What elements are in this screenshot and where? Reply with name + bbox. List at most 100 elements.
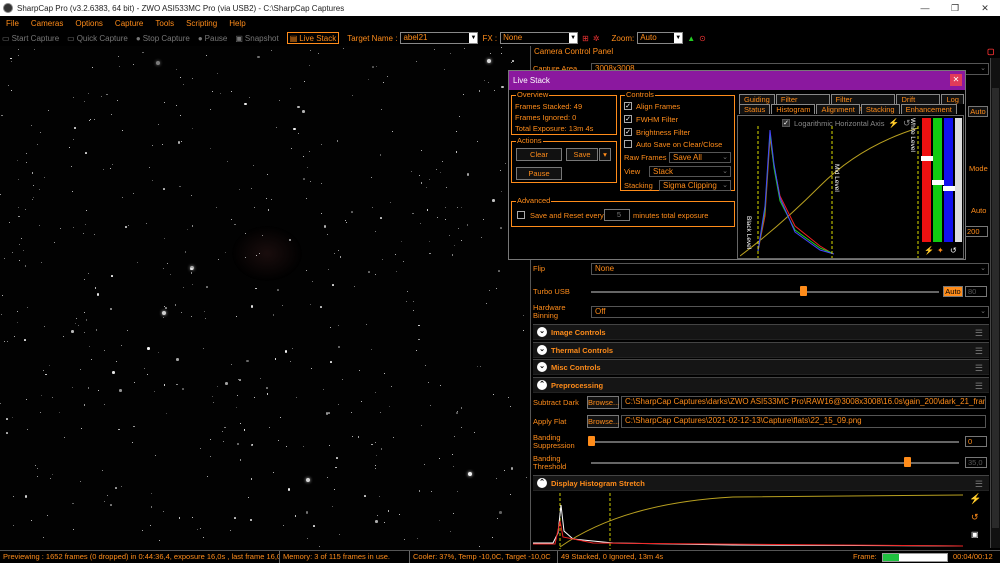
chevron-down-icon[interactable]: ▼ xyxy=(469,33,478,43)
menu-icon[interactable]: ☰ xyxy=(975,381,983,392)
tab-alignment[interactable]: Alignment xyxy=(816,104,860,114)
preprocessing-section[interactable]: ⌃ Preprocessing ☰ xyxy=(533,377,989,393)
brightness-filter-checkbox[interactable]: ✓ xyxy=(624,128,632,136)
blue-thumb[interactable] xyxy=(943,186,955,191)
settings-icon[interactable]: ⊙ xyxy=(699,34,706,43)
menu-scripting[interactable]: Scripting xyxy=(186,19,217,28)
menu-tools[interactable]: Tools xyxy=(155,19,174,28)
green-thumb[interactable] xyxy=(932,180,944,185)
menu-help[interactable]: Help xyxy=(229,19,245,28)
display-histogram-chart[interactable] xyxy=(533,493,967,549)
auto-button[interactable]: Auto xyxy=(968,106,988,117)
stacking-select[interactable]: Sigma Clipping ⌄ xyxy=(659,180,731,191)
tab-guiding[interactable]: Guiding xyxy=(739,94,775,104)
snapshot-button[interactable]: ▣ Snapshot xyxy=(235,34,278,43)
raw-frames-select[interactable]: Save All ⌄ xyxy=(669,152,731,163)
reset-icon[interactable]: ↺ xyxy=(903,118,911,129)
live-stack-close-icon[interactable]: ✕ xyxy=(950,74,962,86)
thermal-controls-section[interactable]: ⌄ Thermal Controls ☰ xyxy=(533,342,989,358)
target-name-input[interactable]: abel21 ▼ xyxy=(400,32,479,44)
turbo-usb-slider-thumb[interactable] xyxy=(800,286,808,296)
tab-histogram[interactable]: Histogram xyxy=(771,104,816,114)
blue-level-bar[interactable] xyxy=(944,118,953,242)
misc-controls-section[interactable]: ⌄ Misc Controls ☰ xyxy=(533,359,989,375)
histogram-icon[interactable]: ▲ xyxy=(687,34,695,43)
expand-icon[interactable]: ⌄ xyxy=(537,345,547,355)
collapse-icon[interactable]: ⌃ xyxy=(537,380,547,390)
chevron-down-icon[interactable]: ▼ xyxy=(569,33,578,43)
collapse-icon[interactable]: ⌃ xyxy=(537,478,547,488)
tab-filter-fwhm[interactable]: Filter (FWHM) xyxy=(775,94,830,113)
rgb-level-sliders[interactable] xyxy=(921,116,963,244)
subtract-dark-select[interactable]: C:\SharpCap Captures\darks\ZWO ASI533MC … xyxy=(621,396,986,409)
pause-stack-button[interactable]: Pause xyxy=(516,167,562,180)
panel-scrollbar[interactable] xyxy=(990,58,1000,548)
tab-status[interactable]: Status xyxy=(739,104,771,114)
hardware-binning-select[interactable]: Off ⌄ xyxy=(591,306,989,318)
align-frames-checkbox[interactable]: ✓ xyxy=(624,102,632,110)
menu-icon[interactable]: ☰ xyxy=(975,363,983,374)
zoom-select[interactable]: Auto ▼ xyxy=(637,32,684,44)
panel-close-icon[interactable]: ▢ xyxy=(987,47,997,57)
tab-drift-graph[interactable]: Drift Graph xyxy=(896,94,941,113)
menu-icon[interactable]: ☰ xyxy=(975,479,983,490)
turbo-usb-auto-button[interactable]: Auto xyxy=(943,286,963,297)
start-capture-button[interactable]: ▭ Start Capture xyxy=(2,34,59,43)
reset-icon[interactable]: ↺ xyxy=(971,512,979,523)
banding-threshold-value[interactable]: 35,0 xyxy=(965,457,987,468)
menu-cameras[interactable]: Cameras xyxy=(31,19,63,28)
fx-select[interactable]: None ▼ xyxy=(500,32,579,44)
menu-icon[interactable]: ☰ xyxy=(975,346,983,357)
expand-icon[interactable]: ⌄ xyxy=(537,362,547,372)
red-level-bar[interactable] xyxy=(922,118,931,242)
menu-file[interactable]: File xyxy=(6,19,19,28)
preview-image[interactable] xyxy=(0,46,530,550)
maximize-button[interactable]: ❐ xyxy=(940,0,970,16)
flip-select[interactable]: None ⌄ xyxy=(591,263,989,275)
auto-save-checkbox[interactable] xyxy=(624,140,632,148)
save-button[interactable]: Save xyxy=(566,148,598,161)
scrollbar-thumb[interactable] xyxy=(992,88,999,528)
save-dropdown-button[interactable]: ▾ xyxy=(599,148,611,161)
fwhm-filter-checkbox[interactable]: ✓ xyxy=(624,115,632,123)
white-level-bar[interactable] xyxy=(955,118,962,242)
clear-button[interactable]: Clear xyxy=(516,148,562,161)
apply-flat-browse-button[interactable]: Browse... xyxy=(587,415,619,428)
turbo-usb-value[interactable]: 80 xyxy=(965,286,987,297)
apply-flat-select[interactable]: C:\SharpCap Captures\2021-02-12-13\Captu… xyxy=(621,415,986,428)
save-reset-checkbox[interactable] xyxy=(517,211,525,219)
auto-stretch-icon[interactable]: ⚡ xyxy=(969,494,981,505)
subtract-dark-browse-button[interactable]: Browse... xyxy=(587,396,619,409)
auto-stretch-icon[interactable]: ⚡ xyxy=(888,118,899,129)
save-reset-minutes[interactable]: 5 xyxy=(604,209,630,221)
quick-capture-button[interactable]: ▭ Quick Capture xyxy=(67,34,128,43)
save-icon[interactable]: ▣ xyxy=(971,530,979,539)
menu-capture[interactable]: Capture xyxy=(115,19,143,28)
display-histogram-section[interactable]: ⌃ Display Histogram Stretch ☰ xyxy=(533,475,989,491)
menu-options[interactable]: Options xyxy=(75,19,103,28)
banding-suppression-thumb[interactable] xyxy=(588,436,595,446)
reticle-icon[interactable]: ✲ xyxy=(593,34,600,43)
tab-stacking[interactable]: Stacking xyxy=(860,104,900,114)
pause-button[interactable]: ● Pause xyxy=(198,34,228,43)
view-select[interactable]: Stack ⌄ xyxy=(649,166,731,177)
stop-capture-button[interactable]: ● Stop Capture xyxy=(136,34,190,43)
crosshair-icon[interactable]: ⊞ xyxy=(582,34,589,43)
stretch-icon[interactable]: ⚡ xyxy=(924,246,934,255)
menu-icon[interactable]: ☰ xyxy=(975,328,983,339)
tab-enhancement[interactable]: Enhancement xyxy=(900,104,957,114)
minimize-button[interactable]: — xyxy=(910,0,940,16)
red-thumb[interactable] xyxy=(921,156,933,161)
tab-filter-brightness[interactable]: Filter (Brightness) xyxy=(830,94,896,113)
image-controls-section[interactable]: ⌄ Image Controls ☰ xyxy=(533,324,989,340)
banding-suppression-value[interactable]: 0 xyxy=(965,436,987,447)
live-stack-title-bar[interactable]: Live Stack ✕ xyxy=(509,71,965,90)
close-button[interactable]: ✕ xyxy=(970,0,1000,16)
expand-icon[interactable]: ⌄ xyxy=(537,327,547,337)
reset-levels-icon[interactable]: ↺ xyxy=(950,246,957,255)
sun-icon[interactable]: ✦ xyxy=(937,246,944,255)
turbo-usb-slider[interactable] xyxy=(591,291,939,293)
banding-suppression-slider[interactable] xyxy=(591,441,959,443)
tab-log[interactable]: Log xyxy=(941,94,964,104)
stack-histogram-chart[interactable] xyxy=(740,126,920,258)
